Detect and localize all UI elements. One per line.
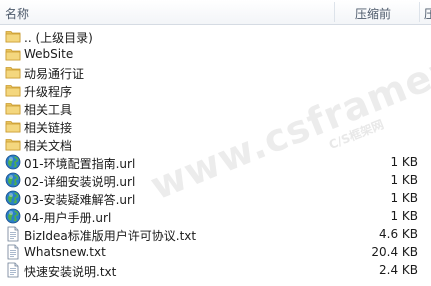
internet-shortcut-icon bbox=[5, 208, 21, 224]
column-name-header[interactable]: 名称 bbox=[5, 5, 29, 22]
column-header: 名称 压缩前 压 bbox=[0, 0, 431, 25]
column-compressed-before-header[interactable]: 压缩前 bbox=[355, 5, 391, 22]
file-list: .. (上级目录) WebSite 动易通行证 升级程序 相关工具 相关链接 相关文档 01-… bbox=[0, 27, 431, 279]
column-separator[interactable] bbox=[334, 2, 335, 22]
file-row[interactable]: 03-安装疑难解答.url 1 KB bbox=[0, 189, 431, 207]
file-size: 1 KB bbox=[390, 209, 418, 223]
file-name: 04-用户手册.url bbox=[24, 211, 112, 225]
file-name: 升级程序 bbox=[24, 85, 73, 99]
folder-icon bbox=[5, 64, 21, 80]
file-row[interactable]: 01-环境配置指南.url 1 KB bbox=[0, 153, 431, 171]
file-row[interactable]: 相关文档 bbox=[0, 135, 431, 153]
folder-icon bbox=[5, 100, 21, 116]
text-file-icon bbox=[5, 226, 21, 242]
file-name: WebSite bbox=[24, 47, 74, 61]
file-row[interactable]: WebSite bbox=[0, 45, 431, 63]
file-name: 01-环境配置指南.url bbox=[24, 157, 136, 171]
file-row[interactable]: 快速安装说明.txt 2.4 KB bbox=[0, 261, 431, 279]
file-size: 2.4 KB bbox=[379, 263, 418, 277]
folder-icon bbox=[5, 136, 21, 152]
file-row[interactable]: 04-用户手册.url 1 KB bbox=[0, 207, 431, 225]
text-file-icon bbox=[5, 262, 21, 278]
file-name: 相关文档 bbox=[24, 139, 73, 153]
folder-icon bbox=[5, 46, 21, 62]
internet-shortcut-icon bbox=[5, 190, 21, 206]
file-row[interactable]: 相关链接 bbox=[0, 117, 431, 135]
file-size: 4.6 KB bbox=[379, 227, 418, 241]
file-name: BizIdea标准版用户许可协议.txt bbox=[24, 229, 197, 243]
column-partial-header[interactable]: 压 bbox=[424, 5, 431, 22]
file-name: 动易通行证 bbox=[24, 67, 85, 81]
file-row[interactable]: Whatsnew.txt 20.4 KB bbox=[0, 243, 431, 261]
file-name: 03-安装疑难解答.url bbox=[24, 193, 136, 207]
file-size: 1 KB bbox=[390, 155, 418, 169]
folder-icon bbox=[5, 28, 21, 44]
internet-shortcut-icon bbox=[5, 172, 21, 188]
file-row[interactable]: BizIdea标准版用户许可协议.txt 4.6 KB bbox=[0, 225, 431, 243]
file-row[interactable]: .. (上级目录) bbox=[0, 27, 431, 45]
file-size: 1 KB bbox=[390, 173, 418, 187]
internet-shortcut-icon bbox=[5, 154, 21, 170]
column-separator[interactable] bbox=[419, 2, 420, 22]
file-name: 相关工具 bbox=[24, 103, 73, 117]
file-name: Whatsnew.txt bbox=[24, 245, 106, 259]
file-size: 20.4 KB bbox=[371, 245, 418, 259]
file-row[interactable]: 相关工具 bbox=[0, 99, 431, 117]
folder-icon bbox=[5, 118, 21, 134]
file-row[interactable]: 02-详细安装说明.url 1 KB bbox=[0, 171, 431, 189]
folder-icon bbox=[5, 82, 21, 98]
file-size: 1 KB bbox=[390, 191, 418, 205]
file-list-window: 名称 压缩前 压 .. (上级目录) WebSite 动易通行证升级程序相关工具相关… bbox=[0, 0, 431, 286]
file-name: 快速安装说明.txt bbox=[24, 265, 117, 279]
file-name: 相关链接 bbox=[24, 121, 73, 135]
file-name: 02-详细安装说明.url bbox=[24, 175, 136, 189]
file-row[interactable]: 升级程序 bbox=[0, 81, 431, 99]
text-file-icon bbox=[5, 244, 21, 260]
file-name: .. (上级目录) bbox=[24, 31, 93, 45]
file-row[interactable]: 动易通行证 bbox=[0, 63, 431, 81]
